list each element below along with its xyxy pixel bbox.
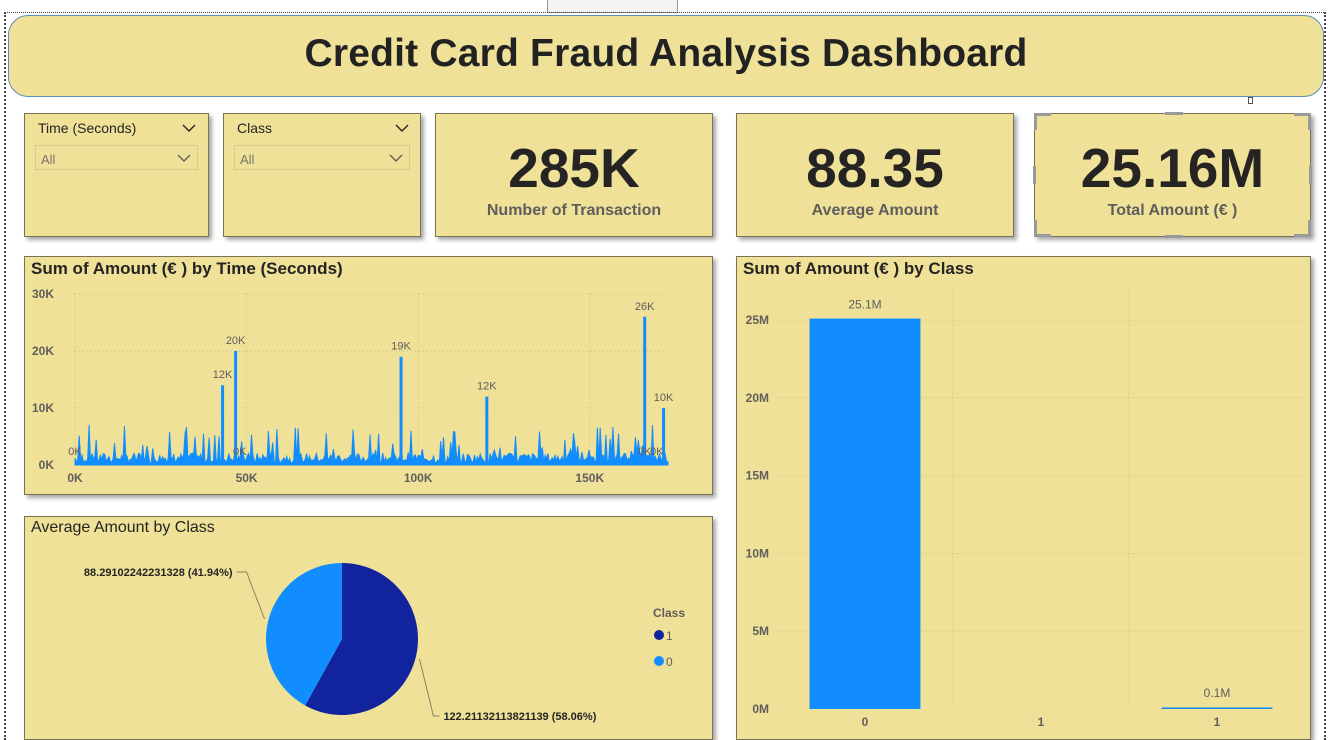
data-label: 26K (635, 301, 655, 313)
y-tick-label: 0M (752, 702, 769, 716)
pie-data-label: 122.21132113821139 (58.06%) (443, 711, 596, 723)
slicer-time[interactable]: Time (Seconds) All (24, 113, 209, 237)
selection-corner (1034, 113, 1051, 130)
kpi-label: Average Amount (811, 202, 939, 219)
area-series (74, 424, 669, 466)
average-amount-pie-chart[interactable]: Average Amount by Class 122.211321138211… (24, 516, 713, 740)
leader-line (236, 571, 265, 620)
x-tick-label: 1 (1038, 715, 1045, 729)
pie-chart-svg: 122.21132113821139 (58.06%) 88.2910224223… (84, 563, 685, 723)
selection-corner (1294, 113, 1311, 130)
data-label: 0K (68, 446, 82, 458)
y-tick-label: 20M (746, 391, 769, 405)
chevron-down-icon[interactable] (182, 124, 196, 132)
y-tick-label: 5M (752, 624, 769, 638)
selection-handle[interactable] (1165, 112, 1183, 115)
kpi-card-average-amount[interactable]: 88.35 Average Amount (736, 113, 1014, 237)
slicer-class-title: Class (237, 120, 273, 136)
data-label: 12K (477, 381, 497, 393)
selection-handle[interactable] (1309, 166, 1312, 184)
slicer-time-value: All (41, 152, 56, 167)
selection-handle[interactable] (1165, 235, 1183, 238)
legend-title: Class (653, 606, 685, 620)
slicer-time-title: Time (Seconds) (38, 120, 137, 136)
class-bar-chart-svg: 0M 5M 10M 15M 20M 25M 25.1M 0 1 0.1M 1 (746, 289, 1305, 729)
y-tick-label: 20K (32, 344, 54, 358)
kpi-value: 285K (508, 137, 640, 199)
legend-label: 1 (666, 629, 673, 643)
y-tick-label: 25M (746, 313, 769, 327)
time-chart-svg: 0K 10K 20K 30K 0K 50K 100K 150K 0K 12K 20K 0K 19K 12K… (32, 287, 674, 485)
x-tick-label: 50K (236, 471, 258, 485)
data-label: 0.1M (1204, 686, 1231, 700)
time-area-chart[interactable]: Sum of Amount (€ ) by Time (Seconds) 0K 1… (24, 256, 713, 495)
y-tick-label: 15M (746, 469, 769, 483)
x-tick-label: 100K (404, 471, 433, 485)
y-tick-label: 10M (746, 546, 769, 560)
selection-corner (1294, 220, 1311, 237)
slicer-class-dropdown[interactable]: All (234, 145, 410, 170)
leader-line (419, 658, 440, 717)
chevron-down-icon[interactable] (395, 124, 409, 132)
kpi-value: 25.16M (1080, 137, 1265, 199)
legend-marker (654, 656, 664, 666)
dashboard-title: Credit Card Fraud Analysis Dashboard (304, 32, 1028, 75)
y-tick-label: 30K (32, 287, 54, 301)
data-label: 12K (213, 369, 233, 381)
dashboard-title-banner: Credit Card Fraud Analysis Dashboard (8, 15, 1324, 97)
kpi-value: 88.35 (806, 137, 944, 199)
data-label: 0K (650, 446, 664, 458)
kpi-card-transactions[interactable]: 285K Number of Transaction (435, 113, 713, 237)
data-label: 25.1M (848, 298, 881, 312)
x-tick-label: 0 (862, 715, 869, 729)
kpi-card-total-amount[interactable]: 25.16M Total Amount (€ ) (1033, 112, 1312, 238)
data-label: 20K (226, 335, 246, 347)
y-tick-label: 10K (32, 401, 54, 415)
bar (1161, 707, 1273, 709)
class-bar-chart[interactable]: Sum of Amount (€ ) by Class 0M 5M 10M 15M 20… (736, 256, 1311, 740)
x-tick-label: 1 (1214, 715, 1221, 729)
chevron-down-icon[interactable] (177, 154, 191, 162)
chevron-down-icon[interactable] (389, 154, 403, 162)
legend-label: 0 (666, 655, 673, 669)
selection-corner (1034, 220, 1051, 237)
slicer-class[interactable]: Class All (223, 113, 421, 237)
data-label: 0K (233, 446, 247, 458)
data-label: 19K (391, 341, 411, 353)
kpi-label: Total Amount (€ ) (1107, 202, 1238, 219)
slicer-time-dropdown[interactable]: All (35, 145, 198, 170)
data-label: 10K (654, 392, 674, 404)
legend-marker (654, 630, 664, 640)
x-tick-label: 0K (67, 471, 83, 485)
x-tick-label: 150K (575, 471, 604, 485)
y-tick-label: 0K (39, 458, 55, 472)
bar (809, 318, 921, 709)
selection-handle[interactable] (1033, 166, 1036, 184)
resize-handle[interactable] (1248, 97, 1253, 104)
pie-data-label: 88.29102242231328 (41.94%) (84, 567, 233, 579)
kpi-label: Number of Transaction (486, 202, 662, 219)
slicer-class-value: All (240, 152, 255, 167)
